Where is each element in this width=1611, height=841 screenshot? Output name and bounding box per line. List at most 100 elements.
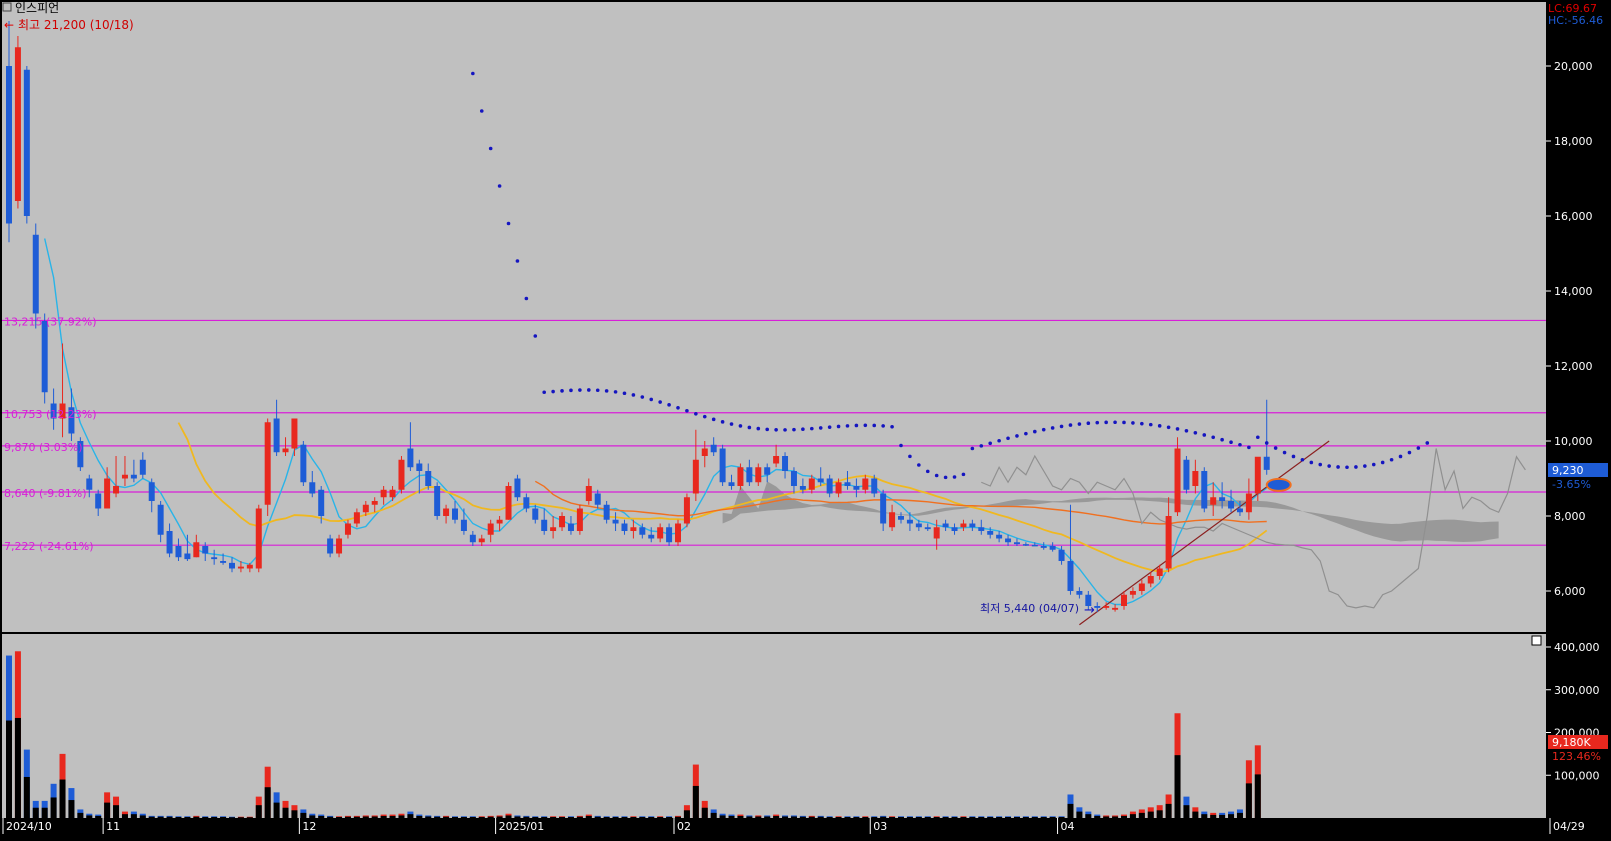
candle-body[interactable] [1183,459,1190,490]
candle-body[interactable] [1174,448,1181,513]
candle-body[interactable] [380,489,387,498]
candle-body[interactable] [924,527,931,530]
candle-body[interactable] [362,504,369,513]
candle-body[interactable] [389,489,396,498]
candle-body[interactable] [951,527,958,531]
candle-body[interactable] [541,519,548,531]
volume-panel[interactable] [2,634,1546,818]
candle-body[interactable] [1031,544,1038,547]
candle-body[interactable] [1254,456,1261,494]
candle-body[interactable] [1219,497,1226,501]
candle-body[interactable] [889,512,896,528]
candle-body[interactable] [996,534,1003,539]
candle-body[interactable] [425,471,432,486]
candle-body[interactable] [737,467,744,486]
candle-body[interactable] [969,523,976,528]
candle-body[interactable] [817,478,824,483]
candle-body[interactable] [808,478,815,490]
candle-body[interactable] [193,542,200,558]
candle-body[interactable] [1201,471,1208,509]
candle-body[interactable] [826,478,833,494]
candle-body[interactable] [1245,493,1252,513]
candle-body[interactable] [666,527,673,543]
candle-body[interactable] [229,562,235,569]
candle-body[interactable] [166,531,173,554]
candle-body[interactable] [184,553,191,560]
candle-body[interactable] [898,516,904,520]
candle-body[interactable] [1076,591,1083,595]
candle-body[interactable] [113,486,120,494]
candle-body[interactable] [987,531,994,535]
candle-body[interactable] [835,482,842,494]
candle-body[interactable] [773,456,780,464]
candle-body[interactable] [1049,546,1056,550]
candle-body[interactable] [220,561,227,563]
candle-body[interactable] [1013,542,1020,545]
candle-body[interactable] [746,467,753,483]
candle-body[interactable] [1147,576,1154,584]
candle-body[interactable] [1165,516,1172,569]
candle-body[interactable] [104,478,111,509]
candle-body[interactable] [139,459,146,475]
candle-body[interactable] [906,519,913,524]
candle-body[interactable] [6,66,12,224]
candle-body[interactable] [1121,594,1127,606]
candle-body[interactable] [14,47,21,201]
candle-body[interactable] [862,478,869,490]
candle-body[interactable] [648,534,655,539]
candle-body[interactable] [211,557,218,560]
candle-body[interactable] [799,486,806,490]
candle-body[interactable] [978,527,985,531]
candle-body[interactable] [1040,546,1047,548]
candle-body[interactable] [657,527,664,539]
candle-body[interactable] [719,448,726,483]
candle-body[interactable] [550,527,557,531]
candle-body[interactable] [282,448,289,453]
candle-body[interactable] [157,504,164,535]
candle-body[interactable] [237,566,244,569]
candle-body[interactable] [630,527,637,531]
candle-body[interactable] [469,534,476,543]
candle-body[interactable] [567,523,574,532]
candle-body[interactable] [255,508,262,569]
candle-body[interactable] [915,523,922,528]
candle-body[interactable] [692,459,699,494]
volume-panel-toggle-icon[interactable] [1531,635,1542,646]
candle-body[interactable] [1005,538,1012,543]
candle-body[interactable] [1138,583,1145,592]
price-panel[interactable] [2,2,1546,632]
candle-body[interactable] [1022,544,1029,546]
candle-body[interactable] [790,471,797,486]
candle-body[interactable] [1094,606,1101,608]
candle-body[interactable] [32,234,39,314]
candle-body[interactable] [612,519,619,524]
candle-body[interactable] [1263,456,1270,470]
candle-body[interactable] [309,482,316,494]
candle-body[interactable] [933,527,940,539]
candle-body[interactable] [960,523,967,528]
candle-body[interactable] [603,504,610,520]
candle-body[interactable] [1129,591,1136,595]
candle-body[interactable] [175,546,182,558]
candle-body[interactable] [353,512,360,524]
candle-body[interactable] [1112,607,1119,610]
stock-chart[interactable]: 20,000 18,000 16,000 14,000 12,000 10,000 8,00… [0,0,1611,837]
candle-body[interactable] [764,467,771,475]
candle-body[interactable] [755,467,762,483]
candle-body[interactable] [871,478,878,494]
candle-body[interactable] [585,486,592,501]
candle-body[interactable] [148,482,155,501]
candle-body[interactable] [505,486,512,520]
candle-body[interactable] [95,493,102,509]
candle-body[interactable] [300,444,307,483]
candle-body[interactable] [452,508,458,520]
candle-body[interactable] [1156,568,1163,577]
candle-body[interactable] [371,501,378,505]
candle-body[interactable] [23,69,30,216]
candle-body[interactable] [398,459,405,490]
candle-body[interactable] [675,523,681,543]
candle-body[interactable] [407,448,414,468]
candle-body[interactable] [576,508,583,532]
candle-body[interactable] [853,486,860,490]
candle-body[interactable] [318,489,325,516]
